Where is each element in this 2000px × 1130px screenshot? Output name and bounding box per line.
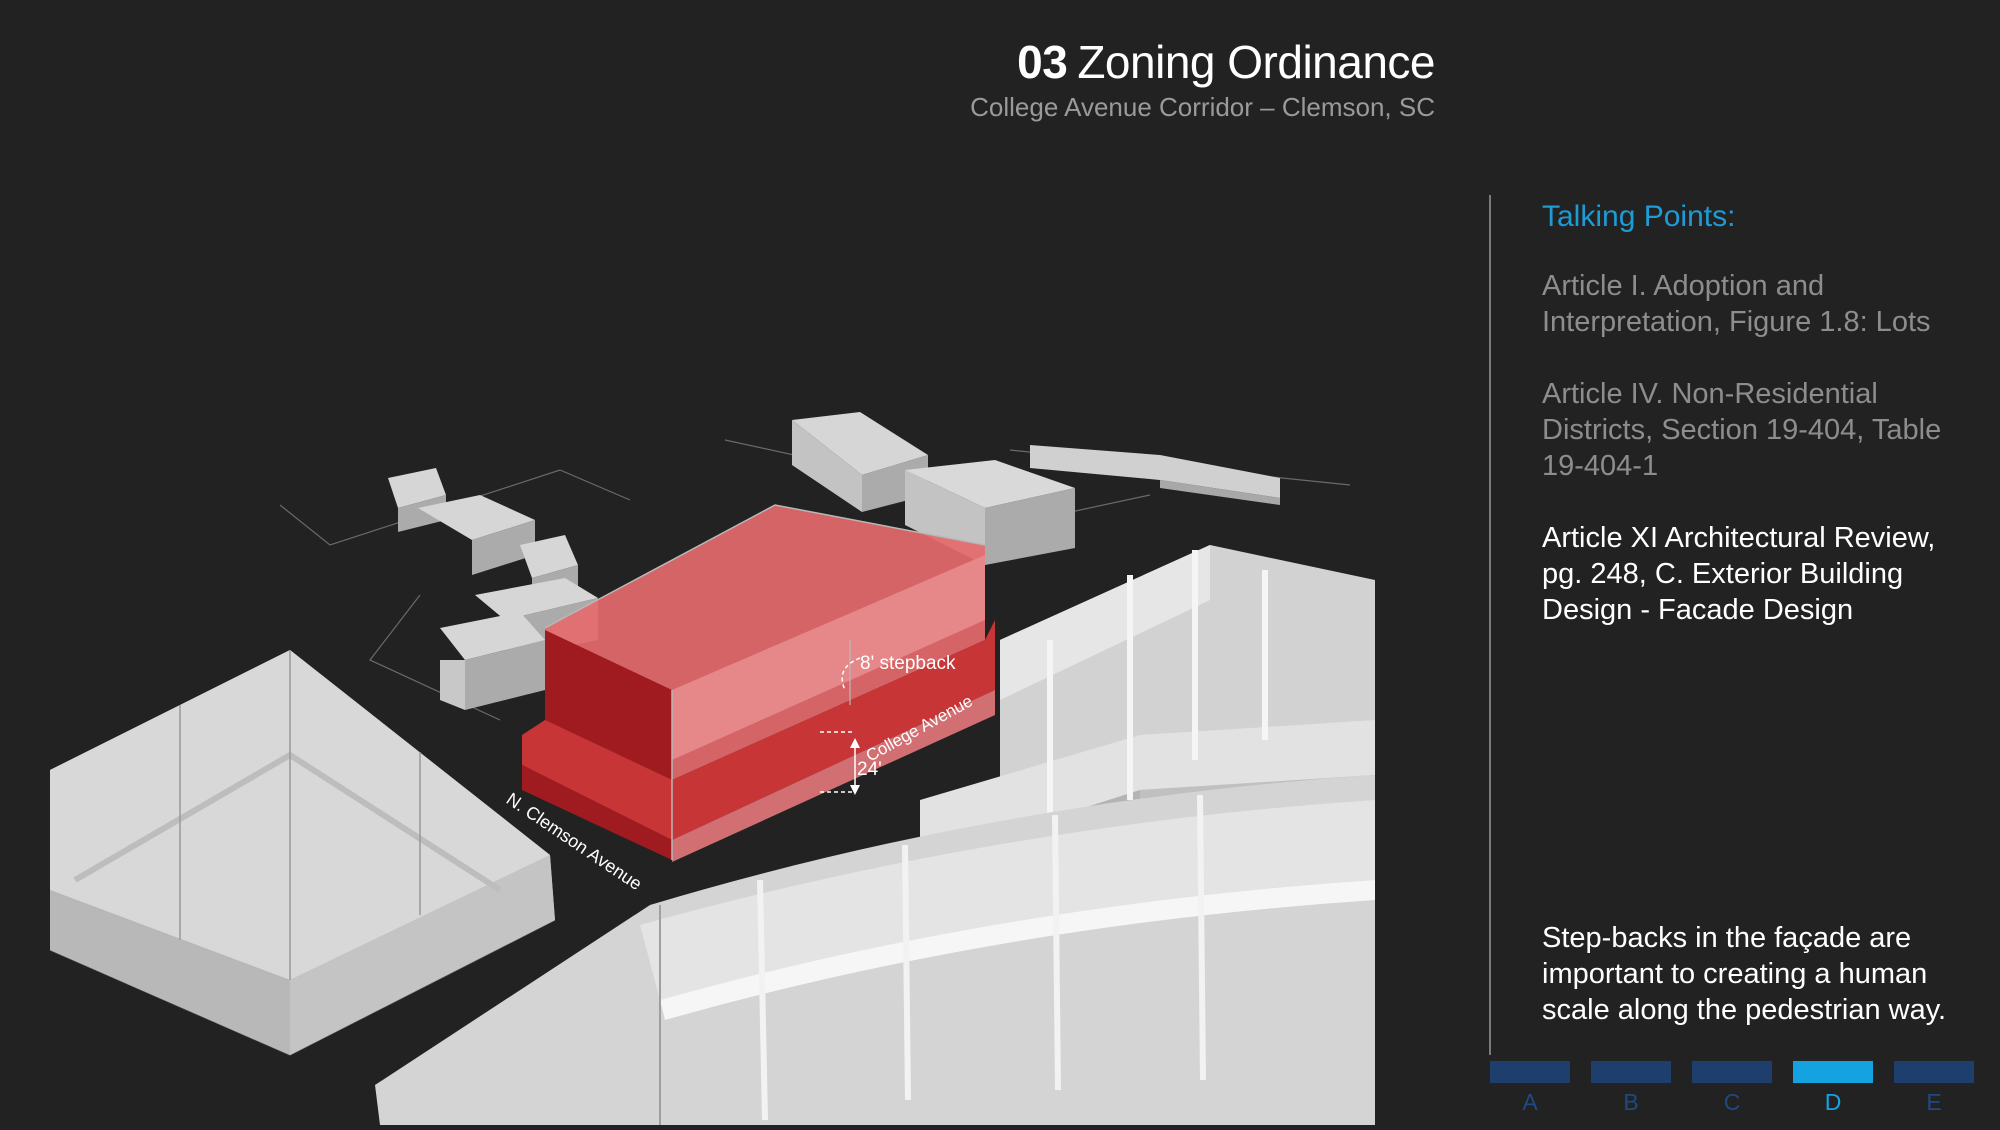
- vertical-divider: [1489, 195, 1491, 1055]
- arrow-down-icon: [850, 785, 860, 795]
- nav-item-b[interactable]: B: [1591, 1061, 1671, 1121]
- nav-bar: [1793, 1061, 1873, 1083]
- nav-label: B: [1623, 1089, 1639, 1115]
- nav-item-a[interactable]: A: [1490, 1061, 1570, 1121]
- context-building-bottom: [375, 775, 1375, 1125]
- nav-bar: [1591, 1061, 1671, 1083]
- massing-model: 8' stepback 24' College Avenue N. Clemso…: [49, 412, 1375, 1125]
- slide-title: 03 Zoning Ordinance: [970, 34, 1435, 90]
- talking-points-heading: Talking Points:: [1542, 200, 1736, 233]
- nav-bar: [1894, 1061, 1974, 1083]
- slide-header: 03 Zoning Ordinance College Avenue Corrid…: [970, 34, 1435, 124]
- slide-nav: A B C D E: [1490, 1061, 1975, 1121]
- talking-points-panel: Talking Points: Article I. Adoption and …: [1542, 198, 1982, 664]
- stepback-note: Step-backs in the façade are important t…: [1542, 922, 1947, 1026]
- nav-item-c[interactable]: C: [1692, 1061, 1772, 1121]
- slide-subtitle: College Avenue Corridor – Clemson, SC: [970, 92, 1435, 122]
- nav-label: C: [1723, 1089, 1741, 1115]
- section-number: 03: [1017, 36, 1068, 88]
- talking-point-3: Article XI Architectural Review, pg. 248…: [1542, 522, 1936, 626]
- nav-bar: [1692, 1061, 1772, 1083]
- nav-bar: [1490, 1061, 1570, 1083]
- zoning-diagram: 8' stepback 24' College Avenue N. Clemso…: [0, 180, 1380, 1125]
- stepback-label: 8' stepback: [860, 653, 956, 674]
- talking-point-1: Article I. Adoption and Interpretation, …: [1542, 270, 1931, 338]
- nav-item-e[interactable]: E: [1894, 1061, 1974, 1121]
- nav-item-d[interactable]: D: [1793, 1061, 1873, 1121]
- nav-label: A: [1522, 1089, 1538, 1115]
- nav-label: E: [1926, 1089, 1942, 1115]
- nav-label: D: [1824, 1089, 1842, 1115]
- title-text: Zoning Ordinance: [1077, 36, 1435, 88]
- talking-point-2: Article IV. Non-Residential Districts, S…: [1542, 378, 1942, 482]
